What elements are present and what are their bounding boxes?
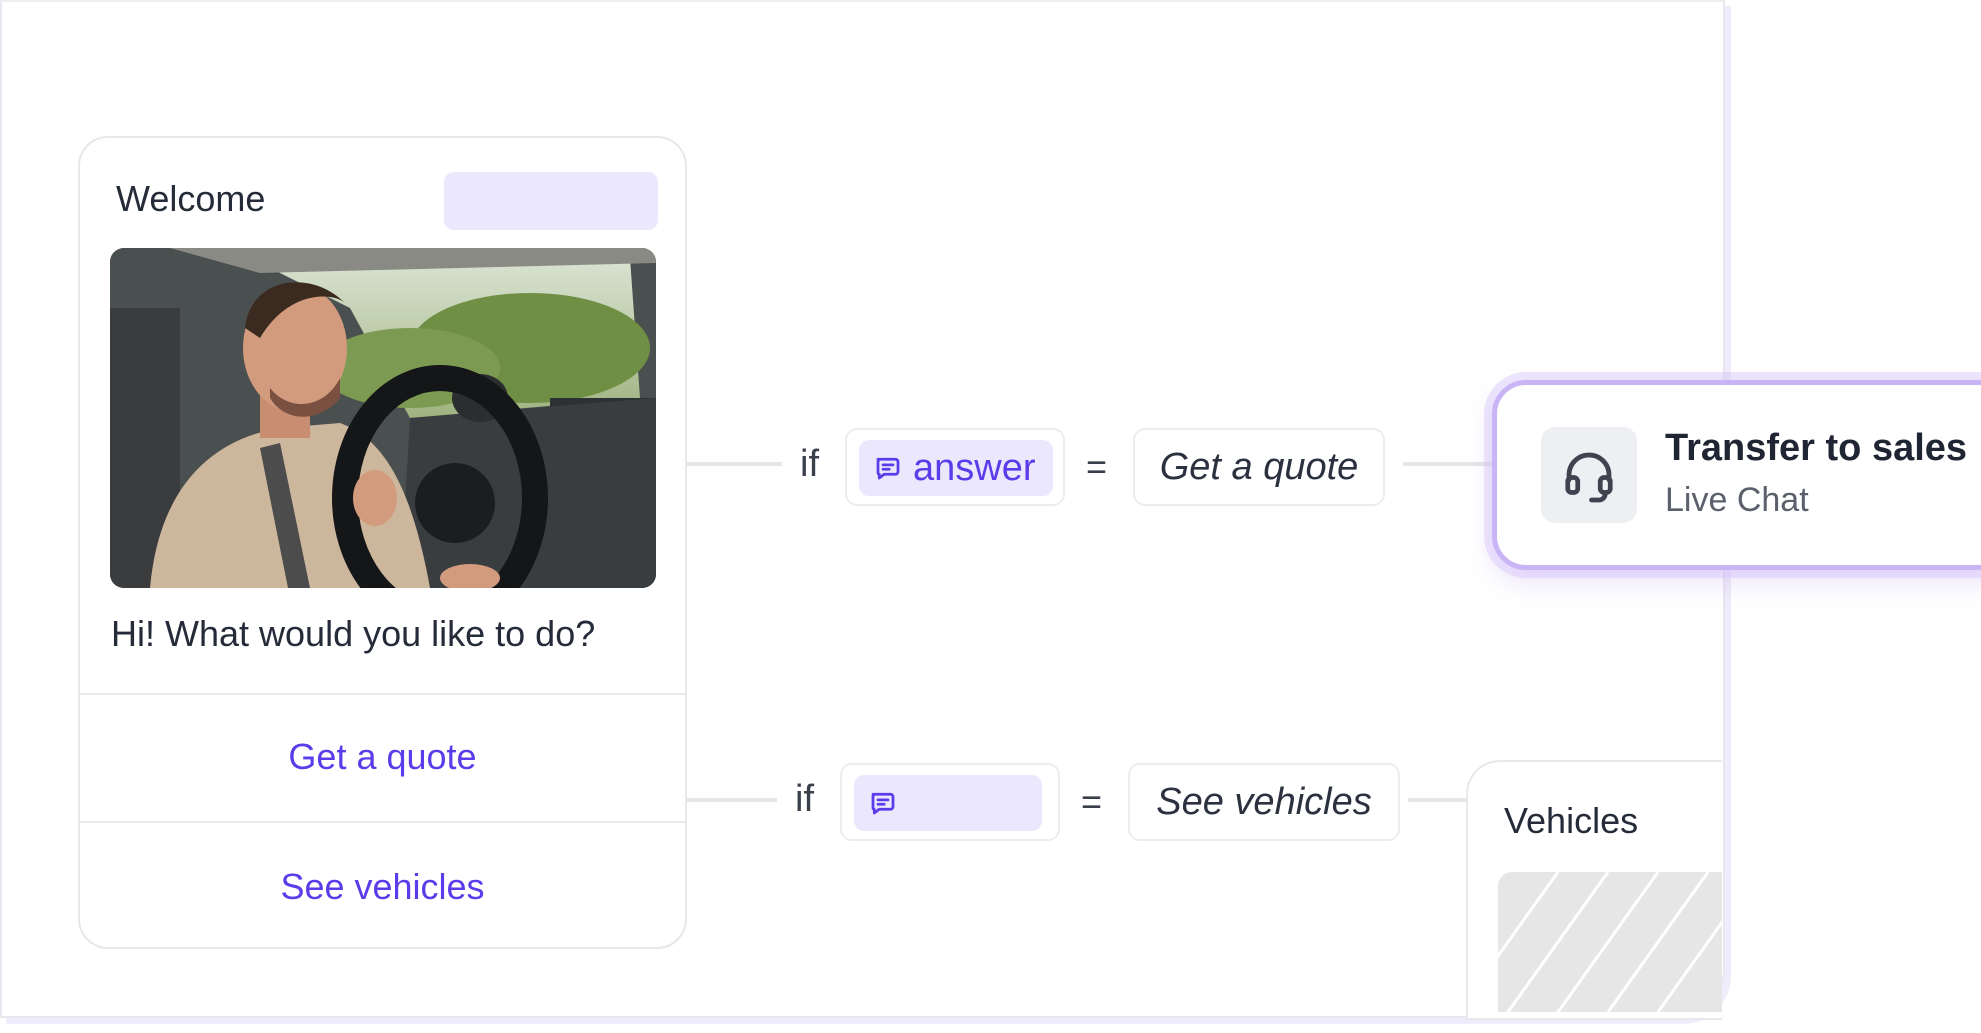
condition-variable-box[interactable]: [840, 763, 1060, 841]
option-get-a-quote[interactable]: Get a quote: [80, 693, 685, 821]
image-placeholder: [1498, 872, 1722, 1012]
variable-name: answer: [913, 446, 1036, 489]
card-title: Welcome: [116, 178, 266, 219]
if-label: if: [800, 443, 819, 485]
variable-chip-answer[interactable]: answer: [859, 440, 1053, 496]
connector-line: [1408, 798, 1468, 802]
transfer-to-sales-node[interactable]: Transfer to sales Live Chat: [1492, 380, 1981, 570]
driver-photo: [110, 248, 656, 588]
node-title: Vehicles: [1504, 800, 1639, 841]
condition-value[interactable]: See vehicles: [1128, 763, 1400, 841]
message-icon: [871, 792, 895, 815]
node-title: Transfer to sales: [1665, 427, 1968, 469]
card-prompt-text: Hi! What would you like to do?: [111, 613, 596, 654]
operator-equals: =: [1086, 446, 1108, 487]
connector-line: [687, 462, 782, 466]
vehicles-node[interactable]: Vehicles: [1466, 760, 1722, 1020]
connector-line: [687, 798, 777, 802]
if-label: if: [795, 778, 814, 820]
headset-icon: [1541, 427, 1637, 523]
condition-variable-box[interactable]: answer: [845, 428, 1065, 506]
variable-chip-empty[interactable]: [854, 775, 1042, 831]
option-see-vehicles[interactable]: See vehicles: [80, 821, 685, 947]
card-tag-placeholder: [444, 172, 658, 230]
node-subtitle: Live Chat: [1665, 481, 1809, 519]
message-icon: [876, 457, 900, 480]
operator-equals: =: [1081, 781, 1103, 822]
connector-line: [1403, 462, 1493, 466]
welcome-message-card[interactable]: Welcome Hi! What would you like to do? G…: [78, 136, 687, 949]
condition-value[interactable]: Get a quote: [1133, 428, 1385, 506]
